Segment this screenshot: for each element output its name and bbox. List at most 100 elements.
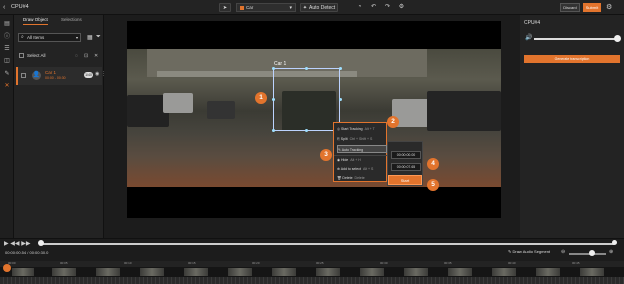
skip-back-icon[interactable]: ◀◀ [10,241,19,247]
eye-icon[interactable]: ◉ [95,71,99,77]
draw-audio-segment-button[interactable]: ✎ Draw Audio Segment [508,249,550,254]
volume-slider-handle[interactable] [614,35,621,42]
timeline: ▶ ◀◀ ▶▶ 00:00:00.54 / 00:00:30.0 ✎ Draw … [0,238,624,284]
cursor-tool-button[interactable]: ➤ [219,3,231,12]
frame-thumbnail [96,268,120,276]
class-color-swatch [240,5,244,10]
total-time: 00:00:30.0 [29,250,49,255]
menu-item-auto-tracking[interactable]: ✎ Auto Tracking [337,145,387,153]
zoom-in-icon[interactable]: ⊕ [609,249,613,255]
zoom-out-icon[interactable]: ⊖ [561,249,565,255]
scrub-handle[interactable] [38,240,44,246]
step-marker-3: 3 [320,149,332,161]
delete-icon[interactable]: ✕ [94,53,98,59]
ruler-tick: 00:25 [316,261,324,265]
scrub-end-handle[interactable] [612,240,617,245]
cursor-icon: ➤ [222,4,228,11]
ruler-tick: 00:20 [252,261,260,265]
menu-item-add-to-select[interactable]: ⊕ Add to select Alt + S [337,165,387,173]
volume-slider[interactable] [534,38,617,40]
tab-draw-object[interactable]: Draw Object [23,17,48,25]
object-time: 00:00 - 00:30 [45,76,66,80]
frame-thumbnail [404,268,428,276]
submit-button[interactable]: Submit [583,3,601,12]
video-frame[interactable]: Car 1 1 2 3 4 5 [127,21,501,218]
resize-handle[interactable] [272,67,275,70]
class-select[interactable]: Car ▾ [236,3,296,12]
audio-panel-title: CPU#4 [524,20,541,26]
ruler-tick: 00:15 [188,261,196,265]
end-time-field[interactable]: 00:00:07.65 [391,163,421,171]
file-icon[interactable]: ▤ [3,20,11,28]
bbox-label: Car 1 [274,61,287,67]
back-icon[interactable]: ‹ [3,4,5,11]
zoom-slider[interactable] [569,253,606,255]
menu-item-start-tracking[interactable]: ◎ Start Tracking Alt + T [337,125,387,133]
step-marker-2: 2 [387,116,399,128]
menu-item-hide[interactable]: ◉ Hide Alt + H [337,156,387,164]
layers-icon[interactable]: ◫ [3,57,11,65]
history-icon[interactable]: ◔ [356,4,363,11]
gear-icon[interactable]: ⚙ [398,4,405,11]
scrub-bar[interactable] [40,243,614,245]
select-all-checkbox[interactable] [19,53,24,59]
ruler-tick: 00:45 [572,261,580,265]
cross-tool-icon[interactable]: ✕ [3,82,11,90]
start-time-field[interactable]: 00:00:00.00 [391,151,421,159]
step-marker-1: 1 [255,92,267,104]
list-icon[interactable]: ☰ [3,45,11,53]
select-all[interactable]: Select All [19,53,46,59]
zoom-slider-handle[interactable] [589,250,595,256]
menu-item-label: Auto Tracking [341,148,364,152]
tool-rail: ▤ ⓘ ☰ ◫ ✎ ✕ [0,15,14,238]
objects-panel: Draw Object Selections ⌕ All Items ▾ ▦ ⏷… [14,15,106,238]
panel-tabs: Draw Object Selections [14,17,104,27]
frame-thumbnail [272,268,296,276]
resize-handle[interactable] [305,67,308,70]
resize-handle[interactable] [339,67,342,70]
menu-item-shortcut: Delete [354,176,365,180]
tab-selections[interactable]: Selections [61,17,82,22]
play-icon[interactable]: ▶ [4,241,9,247]
redo-icon[interactable]: ↷ [384,4,391,11]
frame-thumbnail [536,268,560,276]
resize-handle[interactable] [272,98,275,101]
volume-icon[interactable]: 🔊 [525,34,532,41]
filter-icon[interactable]: ⏷ [96,34,101,41]
timecode: 00:00:00.54 / 00:00:30.0 [5,250,49,255]
menu-item-delete[interactable]: 🗑 Delete Delete [337,174,387,182]
lock-icon[interactable]: ⊡ [84,53,88,59]
auto-detect-label: Auto Detect [309,4,336,11]
audio-panel: CPU#4 🔊 Generate transcription [520,15,624,238]
eye-off-icon[interactable]: ◌ [75,53,78,59]
generate-transcription-button[interactable]: Generate transcription [524,55,620,63]
info-icon[interactable]: ⓘ [3,33,11,41]
undo-icon[interactable]: ↶ [370,4,377,11]
discard-button[interactable]: Discard [560,3,580,12]
skip-forward-icon[interactable]: ▶▶ [21,241,30,247]
resize-handle[interactable] [305,129,308,132]
settings-icon[interactable]: ⚙ [606,3,612,11]
current-time: 00:00:00.54 [5,250,27,255]
resize-handle[interactable] [339,98,342,101]
menu-item-label: Delete [342,176,353,180]
bounding-box[interactable] [273,68,340,131]
ruler-tick: 00:40 [508,261,516,265]
ruler-tick: 00:35 [444,261,452,265]
start-tracking-button[interactable]: Start [388,175,422,185]
canvas-area: Car 1 1 2 3 4 5 ◎ Start Tracking Alt + T … [104,15,520,250]
frame-thumbnail [360,268,384,276]
playhead[interactable] [3,264,11,272]
resize-handle[interactable] [272,129,275,132]
search-input[interactable]: ⌕ All Items ▾ [18,33,81,42]
menu-item-label: Hide [341,158,349,162]
grid-view-icon[interactable]: ▦ [87,34,93,41]
object-row[interactable]: 👤 Car 1 00:00 - 00:30 1/40 ◉ ⋮ [16,67,106,85]
brush-icon[interactable]: ✎ [3,70,11,78]
draw-audio-segment-label: Draw Audio Segment [512,249,551,254]
object-checkbox[interactable] [21,73,26,78]
user-icon: 👤 [32,71,41,80]
thumbnail-strip[interactable] [0,267,624,277]
auto-detect-button[interactable]: ✦ Auto Detect [300,3,338,12]
menu-item-split[interactable]: ⎘ Split Ctrl + Shift + S [337,135,387,143]
